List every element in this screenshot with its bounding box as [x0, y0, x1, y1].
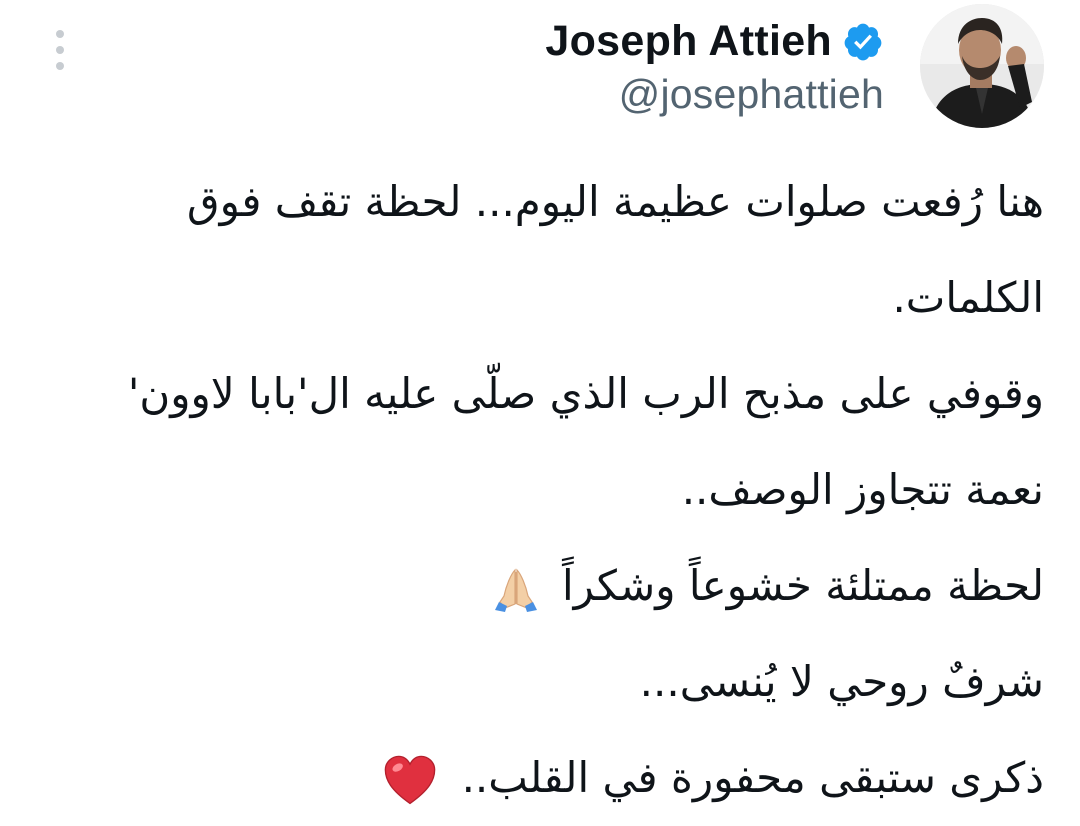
tweet-line-4: نعمة تتجاوز الوصف.. [681, 465, 1044, 514]
tweet-line-7: ذكرى ستبقى محفورة في القلب.. [34, 730, 1044, 826]
tweet-line-3: وقوفي على مذبح الرب الذي صلّى عليه ال'با… [127, 369, 1044, 418]
tweet-line-2: الكلمات. [892, 273, 1044, 322]
verified-badge-icon [844, 23, 882, 60]
more-options-button[interactable] [44, 28, 76, 72]
more-dot [56, 46, 64, 54]
tweet-line-6: شرفٌ روحي لا يُنسى... [639, 657, 1044, 706]
tweet-header: Joseph Attieh @josephattieh [545, 4, 1044, 128]
tweet-line-7-text: ذكرى ستبقى محفورة في القلب.. [461, 753, 1044, 802]
tweet-line-5-text: لحظة ممتلئة خشوعاً وشكراً [562, 561, 1044, 610]
author-handle[interactable]: @josephattieh [619, 71, 884, 118]
avatar-photo [920, 4, 1044, 128]
red-heart-icon [384, 755, 436, 804]
tweet-text: هنا رُفعت صلوات عظيمة اليوم... لحظة تقف … [34, 154, 1044, 826]
display-name-row: Joseph Attieh [545, 15, 884, 69]
more-dot [56, 62, 64, 70]
more-dot [56, 30, 64, 38]
author-avatar[interactable] [920, 4, 1044, 128]
author-display-name[interactable]: Joseph Attieh [545, 17, 832, 66]
tweet-line-5: لحظة ممتلئة خشوعاً وشكراً [34, 538, 1044, 634]
author-names: Joseph Attieh @josephattieh [545, 15, 884, 118]
tweet-line-1: هنا رُفعت صلوات عظيمة اليوم... لحظة تقف … [187, 177, 1044, 226]
folded-hands-icon [494, 568, 537, 612]
